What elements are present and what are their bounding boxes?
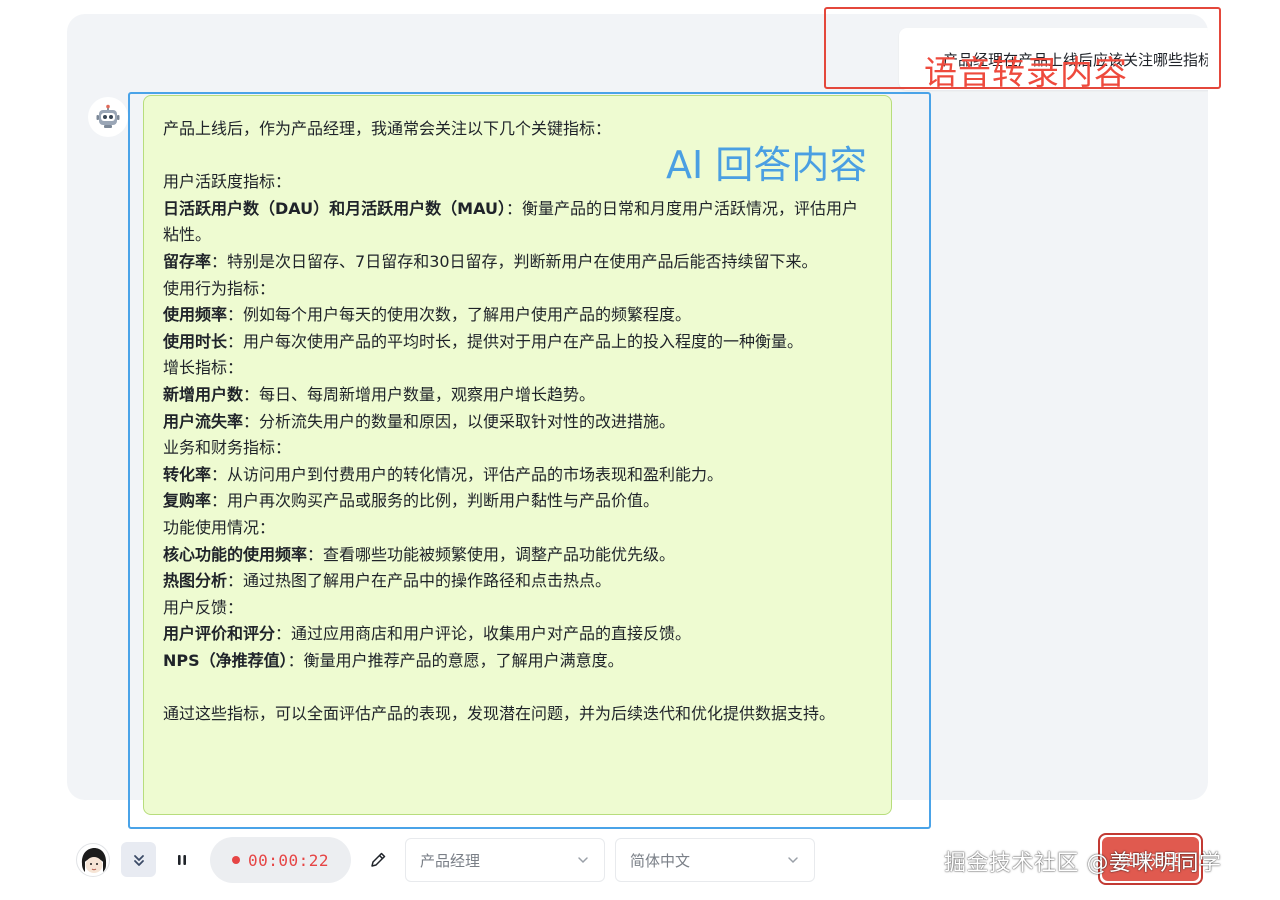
recording-timer: 00:00:22 bbox=[210, 837, 351, 883]
pause-button[interactable] bbox=[168, 846, 196, 874]
role-select[interactable]: 产品经理 bbox=[405, 838, 605, 882]
pause-icon bbox=[178, 855, 186, 865]
chevron-double-down-icon bbox=[133, 854, 144, 866]
robot-icon bbox=[96, 104, 120, 128]
avatar-icon bbox=[81, 848, 107, 873]
pencil-icon bbox=[371, 852, 386, 867]
role-select-value: 产品经理 bbox=[420, 851, 481, 870]
ai-annotation-box bbox=[128, 92, 931, 829]
language-select-value: 简体中文 bbox=[630, 851, 691, 870]
recording-dot-icon bbox=[231, 856, 240, 864]
user-avatar[interactable] bbox=[76, 843, 110, 877]
speech-annotation-label: 语音转录内容 bbox=[924, 53, 1128, 92]
bot-avatar bbox=[88, 97, 128, 137]
edit-button[interactable] bbox=[364, 846, 392, 874]
ai-annotation-label: AI 回答内容 bbox=[666, 143, 868, 187]
collapse-button[interactable] bbox=[121, 842, 156, 877]
timer-text: 00:00:22 bbox=[247, 850, 330, 870]
language-select[interactable]: 简体中文 bbox=[615, 838, 815, 882]
chevron-down-icon bbox=[578, 857, 588, 864]
watermark: 掘金技术社区 @姜咪明同学 bbox=[944, 851, 1222, 876]
chevron-down-icon bbox=[788, 857, 798, 864]
